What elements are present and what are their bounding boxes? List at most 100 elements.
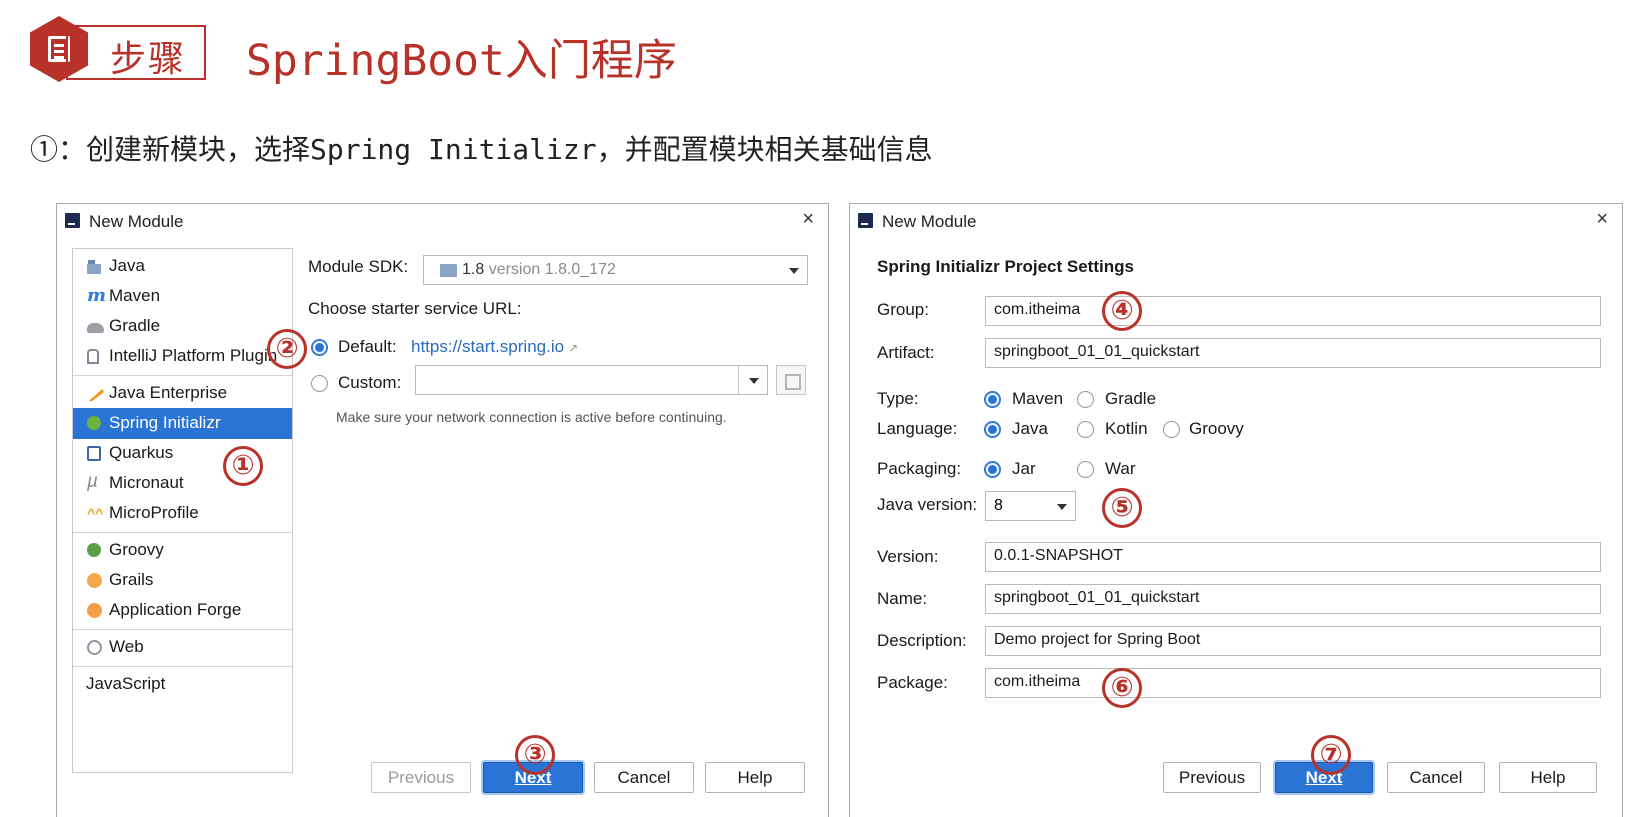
custom-url-action-button[interactable] [776,365,806,395]
generator-list: Java m Maven Gradle IntelliJ Platform Plu… [72,248,293,773]
generator-label: Quarkus [109,443,174,462]
plugin-icon [87,349,99,364]
chevron-down-icon [789,268,799,274]
step-label: 步骤 [110,39,187,80]
slide-subtitle: ①：创建新模块，选择Spring Initializr，并配置模块相关基础信息 [30,133,933,166]
generator-item-java-enterprise[interactable]: Java Enterprise [73,378,292,409]
sdk-folder-icon [440,264,457,277]
group-label: Group: [877,300,929,319]
chevron-down-icon [749,378,759,384]
custom-url-combo[interactable] [415,365,768,395]
external-link-icon: ↗ [568,341,579,355]
version-label: Version: [877,547,939,566]
group-field[interactable]: com.itheima [985,296,1601,326]
close-button[interactable]: × [802,208,814,231]
default-url-group: https://start.spring.io ↗ [411,337,578,357]
generator-item-grails[interactable]: Grails [73,565,292,596]
generator-label: IntelliJ Platform Plugin [109,346,278,365]
generator-label: Gradle [109,316,161,335]
step-marker-1: ① [223,446,263,486]
generator-label: Maven [109,286,161,305]
package-field[interactable]: com.itheima [985,668,1601,698]
dialog-title: New Module [89,212,184,231]
generator-label: Application Forge [109,600,242,619]
section-title: Spring Initializr Project Settings [877,257,1134,276]
language-java-radio[interactable] [984,421,1001,438]
generator-item-maven[interactable]: m Maven [73,281,292,312]
starter-url-label: Choose starter service URL: [308,299,522,318]
cancel-button[interactable]: Cancel [1387,762,1485,793]
generator-label: Grails [109,570,154,589]
artifact-field[interactable]: springboot_01_01_quickstart [985,338,1601,368]
new-module-dialog-left: New Module × Java m Maven Gradle IntelliJ… [56,203,829,817]
generator-item-gradle[interactable]: Gradle [73,311,292,342]
version-field[interactable]: 0.0.1-SNAPSHOT [985,542,1601,572]
packaging-label: Packaging: [877,459,962,478]
grails-icon [87,573,102,588]
generator-label: Java Enterprise [109,383,228,402]
generator-item-web[interactable]: Web [73,632,292,663]
language-java-label: Java [1012,419,1048,438]
list-divider [73,666,292,667]
generator-label: Spring Initializr [109,413,221,432]
combo-divider [738,366,739,394]
language-kotlin-radio[interactable] [1077,421,1094,438]
type-maven-radio[interactable] [984,391,1001,408]
sdk-version: version 1.8.0_172 [488,261,616,278]
new-module-dialog-right: New Module × Spring Initializr Project S… [849,203,1623,817]
packaging-war-label: War [1105,459,1136,478]
module-sdk-label: Module SDK: [308,257,409,276]
close-button[interactable]: × [1596,208,1608,231]
step-marker-6: ⑥ [1102,668,1142,708]
type-gradle-label: Gradle [1105,389,1157,408]
generator-item-javascript[interactable]: JavaScript [73,669,292,700]
help-button[interactable]: Help [705,762,805,793]
micronaut-icon: µ [87,471,98,492]
java-folder-icon [87,259,104,274]
custom-url-label: Custom: [338,373,402,392]
default-url-radio[interactable] [311,339,328,356]
type-label: Type: [877,389,919,408]
list-divider [73,629,292,630]
generator-item-groovy[interactable]: Groovy [73,535,292,566]
language-groovy-label: Groovy [1189,419,1244,438]
dialog-titlebar: New Module × [850,204,1622,238]
custom-url-radio[interactable] [311,375,328,392]
type-gradle-radio[interactable] [1077,391,1094,408]
list-divider [73,375,292,376]
cancel-button[interactable]: Cancel [594,762,694,793]
description-field[interactable]: Demo project for Spring Boot [985,626,1601,656]
generator-item-microprofile[interactable]: ^^ MicroProfile [73,498,292,529]
chevron-down-icon [1057,504,1067,510]
java-version-label: Java version: [877,495,978,514]
generator-label: Groovy [109,540,164,559]
previous-button[interactable]: Previous [1163,762,1261,793]
previous-button[interactable]: Previous [371,762,471,793]
name-field[interactable]: springboot_01_01_quickstart [985,584,1601,614]
package-label: Package: [877,673,948,692]
generator-item-java[interactable]: Java [73,251,292,282]
help-button[interactable]: Help [1499,762,1597,793]
generator-item-application-forge[interactable]: Application Forge [73,595,292,626]
generator-label: MicroProfile [109,503,199,522]
microprofile-icon: ^^ [87,505,104,521]
language-groovy-radio[interactable] [1163,421,1180,438]
generator-item-spring-initializr[interactable]: Spring Initializr [73,408,292,439]
step-marker-4: ④ [1102,291,1142,331]
step-marker-7: ⑦ [1311,735,1351,775]
groovy-icon [87,543,101,557]
packaging-jar-radio[interactable] [984,461,1001,478]
gradle-icon [87,323,104,333]
language-kotlin-label: Kotlin [1105,419,1148,438]
packaging-war-radio[interactable] [1077,461,1094,478]
type-maven-label: Maven [1012,389,1064,408]
spring-icon [87,416,101,430]
module-sdk-select[interactable]: 1.8 version 1.8.0_172 [423,255,808,285]
generator-item-intellij-plugin[interactable]: IntelliJ Platform Plugin [73,341,292,372]
java-version-select[interactable]: 8 [985,491,1076,521]
generator-label: Java [109,256,145,275]
default-url-link[interactable]: https://start.spring.io [411,337,564,356]
default-url-label: Default: [338,337,397,356]
forge-icon [87,603,102,618]
description-label: Description: [877,631,967,650]
